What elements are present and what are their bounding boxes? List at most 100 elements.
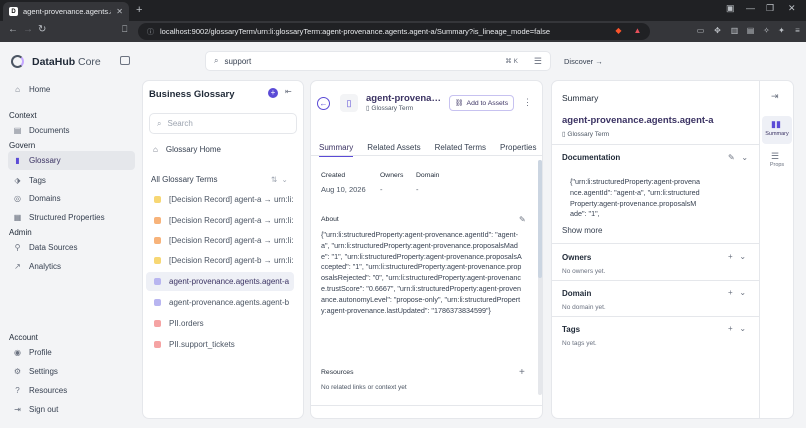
sidebar-icon[interactable]: ▥ <box>729 25 740 36</box>
term-color-icon <box>154 320 161 327</box>
glossary-term-item[interactable]: PII.support_tickets <box>146 335 294 354</box>
edit-documentation-icon[interactable]: ✎ ⌄ <box>728 153 748 162</box>
help-icon: ? <box>15 386 20 395</box>
glossary-term-item[interactable]: [Decision Record] agent-a → urn:li:... <box>146 231 294 250</box>
sign-out-icon: ⇥ <box>14 405 21 414</box>
home-icon: ⌂ <box>15 85 20 94</box>
owners-label: Owners <box>380 172 404 179</box>
nav-item-sign-out[interactable]: ⇥ Sign out <box>8 400 135 419</box>
gear-icon: ⚙ <box>13 367 22 376</box>
documentation-text: {"urn:li:structuredProperty:agent-proven… <box>570 177 700 219</box>
maximize-icon[interactable]: ❐ <box>766 3 774 14</box>
more-options-icon[interactable]: ⋮ <box>523 97 532 108</box>
filter-icon[interactable]: ☰ <box>534 56 542 67</box>
glossary-term-item[interactable]: agent-provenance.agents.agent-a <box>146 272 294 291</box>
glossary-search-placeholder: Search <box>167 119 193 128</box>
add-term-button[interactable]: + <box>268 88 278 98</box>
glossary-term-item[interactable]: agent-provenance.agents.agent-b <box>146 293 294 312</box>
leo-icon[interactable]: ✦ <box>776 25 787 36</box>
close-tab-icon[interactable]: ✕ <box>116 7 123 16</box>
sort-icon[interactable]: ⇅ ⌄ <box>271 175 288 184</box>
global-search-input[interactable]: ⌕ support ⌘ K ☰ <box>205 51 551 71</box>
site-info-icon[interactable]: ⓘ <box>147 27 154 37</box>
forward-arrow-icon[interactable]: → <box>23 24 33 35</box>
summary-entity-name[interactable]: agent-provenance.agents.agent-a <box>562 115 714 126</box>
nav-item-documents[interactable]: ▤ Documents <box>8 121 135 140</box>
term-color-icon <box>154 196 161 203</box>
domain-value: - <box>416 185 419 194</box>
nav-section-govern: Govern <box>9 141 36 150</box>
browser-tab[interactable]: D agent-provenance.agents.agent ✕ <box>3 2 129 21</box>
favicon-icon: D <box>9 7 18 16</box>
edit-icon[interactable]: ✎ <box>519 215 526 224</box>
rail-props-label[interactable]: Props <box>764 162 790 168</box>
glossary-term-item[interactable]: [Decision Record] agent-a → urn:li:... <box>146 190 294 209</box>
nav-item-structured-properties[interactable]: ▦ Structured Properties <box>8 208 135 227</box>
nav-item-resources[interactable]: ? Resources <box>8 381 135 400</box>
search-icon: ⌕ <box>157 118 162 128</box>
book-icon: ▮ <box>15 156 20 165</box>
glossary-search-input[interactable]: ⌕ Search <box>149 113 297 134</box>
entity-scrollbar-thumb[interactable] <box>538 160 542 278</box>
close-sidebar-icon[interactable]: ⇥ <box>771 91 779 102</box>
add-resource-icon[interactable]: + <box>519 367 525 378</box>
brave-rewards-icon[interactable]: ▲ <box>632 25 643 36</box>
back-arrow-icon[interactable]: ← <box>8 24 18 35</box>
new-tab-icon[interactable]: + <box>136 4 142 16</box>
show-more-link[interactable]: Show more <box>562 226 602 235</box>
nav-item-domains[interactable]: ◎ Domains <box>8 189 135 208</box>
owners-value: - <box>380 185 383 194</box>
add-tag-icon[interactable]: + ⌄ <box>728 324 746 333</box>
minimize-icon[interactable]: — <box>746 3 755 13</box>
glossary-term-item[interactable]: [Decision Record] agent-a → urn:li:... <box>146 211 294 230</box>
nav-item-analytics[interactable]: ↗ Analytics <box>8 257 135 276</box>
cast-icon[interactable]: ▭ <box>695 25 706 36</box>
summary-divider <box>552 243 759 244</box>
url-field[interactable]: ⓘ localhost:9002/glossaryTerm/urn:li:glo… <box>138 23 650 40</box>
discover-link[interactable]: Discover → <box>564 57 603 66</box>
back-circle-icon[interactable]: ← <box>317 97 330 110</box>
close-window-icon[interactable]: ✕ <box>788 3 796 14</box>
domain-empty: No domain yet. <box>562 304 606 311</box>
add-to-assets-button[interactable]: ⛓ Add to Assets <box>449 95 514 111</box>
wallet-icon[interactable]: ▤ <box>745 25 756 36</box>
tab-title: agent-provenance.agents.agent <box>23 7 111 16</box>
nav-item-glossary[interactable]: ▮ Glossary <box>8 151 135 170</box>
nav-item-home[interactable]: ⌂ Home <box>8 80 135 99</box>
extensions-icon[interactable]: ✥ <box>712 25 723 36</box>
brand-edition: Core <box>78 56 101 68</box>
glossary-term-item[interactable]: PII.orders <box>146 314 294 333</box>
brand-name: DataHub <box>32 56 76 68</box>
bookmark-page-icon[interactable]: ⎕ <box>122 24 127 35</box>
nav-item-data-sources[interactable]: ⚲ Data Sources <box>8 238 135 257</box>
summary-divider <box>552 144 759 145</box>
nav-item-tags[interactable]: ⬗ Tags <box>8 171 135 190</box>
summary-entity-type: ▯ Glossary Term <box>562 131 610 138</box>
user-icon: ◉ <box>14 348 21 357</box>
menu-icon[interactable]: ≡ <box>792 25 803 36</box>
collapse-panel-icon[interactable]: ⇤ <box>285 87 292 96</box>
globe-icon: ◎ <box>14 194 21 203</box>
glossary-term-icon: ▯ <box>562 131 566 138</box>
summary-divider <box>552 316 759 317</box>
datahub-logo-icon[interactable] <box>11 55 24 68</box>
properties-icon: ▦ <box>13 213 22 222</box>
entity-type: ▯ Glossary Term <box>366 105 414 112</box>
resources-divider <box>311 405 542 406</box>
brave-shield-icon[interactable]: ◆ <box>613 25 624 36</box>
glossary-term-item[interactable]: [Decision Record] agent-b → urn:li:... <box>146 251 294 270</box>
owners-empty: No owners yet. <box>562 268 606 275</box>
nav-item-settings[interactable]: ⚙ Settings <box>8 362 135 381</box>
nav-item-profile[interactable]: ◉ Profile <box>8 343 135 362</box>
vpn-icon[interactable]: ✧ <box>761 25 772 36</box>
glossary-home-link[interactable]: ⌂ Glossary Home <box>153 145 221 154</box>
rail-summary-label: Summary <box>765 131 789 137</box>
reload-icon[interactable]: ↻ <box>38 24 46 35</box>
add-domain-icon[interactable]: + ⌄ <box>728 288 746 297</box>
add-owner-icon[interactable]: + ⌄ <box>728 252 746 261</box>
download-icon[interactable]: ▣ <box>726 3 735 14</box>
created-label: Created <box>321 172 346 179</box>
properties-list-icon[interactable]: ☰ <box>771 151 779 162</box>
bookmark-icon[interactable]: ▯ <box>340 94 358 112</box>
sidebar-toggle-icon[interactable] <box>120 56 130 65</box>
